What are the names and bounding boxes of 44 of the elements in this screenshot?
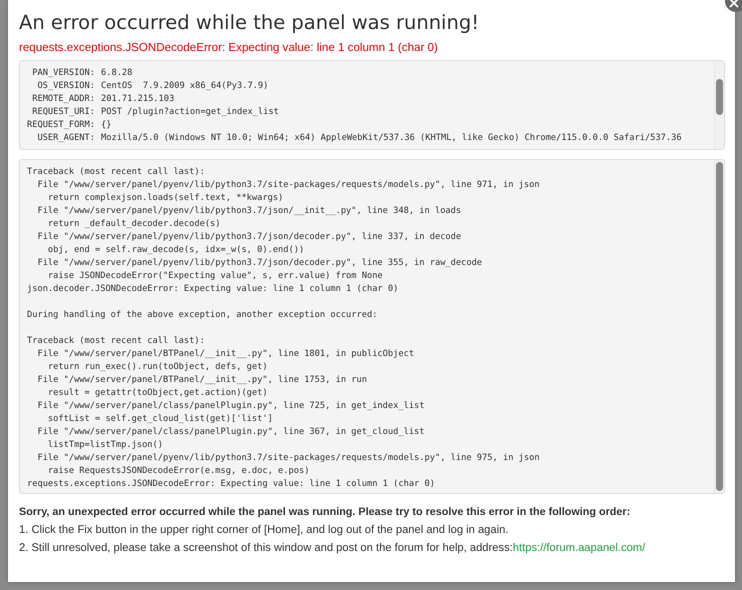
forum-link[interactable]: https://forum.aapanel.com/ (512, 542, 646, 554)
field-value: {} (101, 119, 112, 132)
scrollbar[interactable] (714, 160, 724, 493)
error-message: requests.exceptions.JSONDecodeError: Expecting value: line 1 column 1 (char 0) (19, 41, 439, 54)
traceback-line: File "/www/server/panel/BTPanel/__init__.py", line 1801, in publicObject (36, 348, 416, 361)
close-icon (729, 0, 739, 8)
traceback-line: return run_exec().run(toObject, defs, get) (46, 361, 269, 374)
field-value: POST /plugin?action=get_index_list (101, 106, 280, 119)
help-heading: Sorry, an unexpected error occurred while the panel was running. Please try to resolve this error in the following order: (19, 505, 632, 520)
field-value: Mozilla/5.0 (Windows NT 10.0; Win64; x64) AppleWebKit/537.36 (KHTML, like Gecko) Chrome/115.0.0.0 Safari/537.36 (101, 132, 683, 145)
traceback-line: listTmp=listTmp.json() (46, 439, 164, 452)
traceback-line: File "/www/server/panel/BTPanel/__init__.py", line 1753, in run (36, 374, 368, 387)
traceback-line: File "/www/server/panel/pyenv/lib/python3.7/json/decoder.py", line 355, in raw_decode (36, 257, 484, 270)
traceback-line: File "/www/server/panel/class/panelPlugin.py", line 725, in get_index_list (36, 400, 426, 413)
field-label: USER_AGENT: (36, 132, 95, 145)
traceback-line: return _default_decoder.decode(s) (46, 218, 222, 231)
traceback-line: During handling of the above exception, another exception occurred: (27, 309, 378, 322)
traceback-line: File "/www/server/panel/pyenv/lib/python3.7/json/decoder.py", line 337, in decode (36, 231, 462, 244)
field-label: PAN_VERSION: (31, 67, 95, 80)
traceback-line: json.decoder.JSONDecodeError: Expecting value: line 1 column 1 (char 0) (27, 283, 400, 296)
traceback-line: result = getattr(toObject,get.action)(get) (46, 387, 269, 400)
traceback-line: Traceback (most recent call last): (27, 335, 206, 348)
traceback-line: File "/www/server/panel/pyenv/lib/python3.7/json/__init__.py", line 348, in loads (36, 205, 462, 218)
traceback-line: return complexjson.loads(self.text, **kwargs) (46, 192, 284, 205)
field-label: REMOTE_ADDR: (31, 93, 95, 106)
field-label: REQUEST_URI: (31, 106, 95, 119)
traceback-line: Traceback (most recent call last): (27, 166, 206, 179)
traceback-line: obj, end = self.raw_decode(s, idx=_w(s, 0).end()) (46, 244, 306, 257)
field-value: 6.8.28 (101, 67, 134, 80)
field-value: CentOS 7.9.2009 x86_64(Py3.7.9) (101, 80, 270, 93)
dialog-title: An error occurred while the panel was running! (18, 10, 480, 36)
traceback-line: File "/www/server/panel/pyenv/lib/python3.7/site-packages/requests/models.py", line 975, in json (36, 452, 541, 465)
help-step: 1. Click the Fix button in the upper right corner of [Home], and log out of the panel and log in again. (19, 521, 725, 539)
traceback-line: File "/www/server/panel/class/panelPlugin.py", line 367, in get_cloud_list (36, 426, 426, 439)
traceback-line: raise JSONDecodeError("Expecting value", s, err.value) from None (46, 270, 384, 283)
field-label: REQUEST_FORM: (27, 119, 95, 132)
traceback-line: requests.exceptions.JSONDecodeError: Expecting value: line 1 column 1 (char 0) (27, 478, 436, 491)
field-label: OS_VERSION: (36, 80, 95, 93)
help-step: 2. Still unresolved, please take a screenshot of this window and post on the forum for help, address: (19, 542, 513, 554)
traceback-line: softList = self.get_cloud_list(get)['list'] (46, 413, 274, 426)
traceback-line: File "/www/server/panel/pyenv/lib/python3.7/site-packages/requests/models.py", line 971, in json (36, 179, 541, 192)
traceback-line: raise RequestsJSONDecodeError(e.msg, e.doc, e.pos) (46, 465, 310, 478)
field-value: 201.71.215.103 (101, 93, 176, 106)
scrollbar[interactable] (714, 61, 724, 149)
